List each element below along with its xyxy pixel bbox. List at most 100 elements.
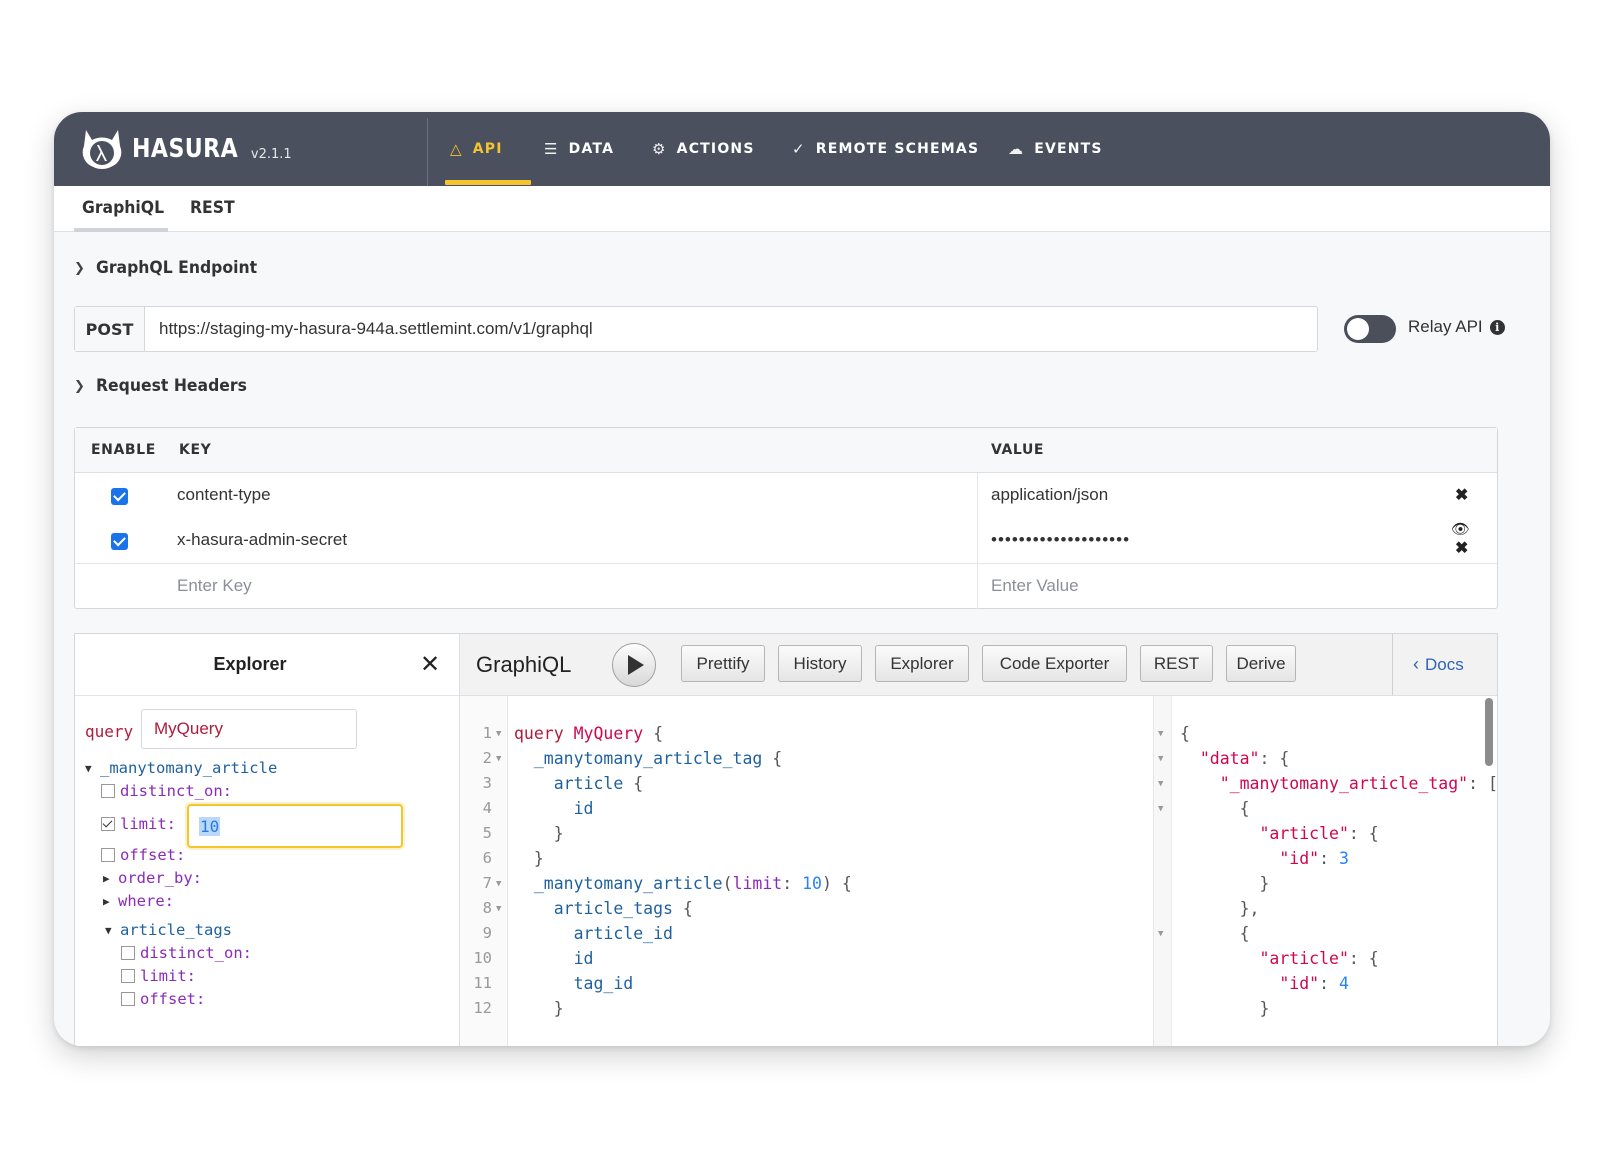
tree-arg-distinct-on[interactable]: distinct_on: (101, 782, 232, 800)
result-line: } (1180, 999, 1270, 1018)
fold-icon[interactable]: ▼ (496, 729, 501, 739)
table-row-new: Enter Key Enter Value (75, 563, 1497, 608)
tree-arg-where[interactable]: ▶ where: (103, 892, 174, 910)
brand[interactable]: HASURA v2.1.1 (80, 126, 292, 172)
result-line: "article": { (1259, 949, 1379, 968)
remove-header-icon[interactable]: ✖ (1455, 485, 1468, 505)
tree-arg-offset[interactable]: offset: (101, 846, 185, 864)
code-line: id (514, 949, 594, 968)
tree-arg-limit[interactable]: limit: (101, 815, 176, 833)
rest-button[interactable]: REST (1140, 645, 1213, 682)
derive-button[interactable]: Derive (1226, 645, 1296, 682)
json-key: "article" (1259, 824, 1349, 843)
caret-right-icon: ▶ (103, 894, 110, 908)
brand-version: v2.1.1 (250, 146, 292, 162)
line-number: 3 (482, 774, 492, 792)
database-icon: ☰ (544, 140, 559, 158)
json-key: "id" (1279, 974, 1320, 993)
result-scrollbar[interactable] (1485, 698, 1493, 766)
new-header-value-input[interactable]: Enter Value (991, 576, 1079, 596)
nav-remote-schemas-label: REMOTE SCHEMAS (815, 141, 980, 157)
new-header-key-input[interactable]: Enter Key (177, 576, 252, 596)
tab-rest[interactable]: REST (190, 198, 235, 218)
json-key: "article" (1259, 949, 1349, 968)
arg-label: distinct_on: (120, 782, 232, 800)
nav-api[interactable]: △ API (450, 112, 503, 186)
checkbox[interactable] (101, 784, 115, 798)
tree-arg-offset[interactable]: offset: (121, 990, 205, 1008)
execute-query-button[interactable] (612, 643, 656, 687)
line-number: 8 (482, 899, 492, 917)
nav-active-indicator (445, 180, 531, 185)
fold-icon[interactable]: ▼ (496, 879, 501, 889)
fold-icon[interactable]: ▼ (496, 904, 501, 914)
graphiql-panel: Explorer ✕ query MyQuery ▼ _manytomany_a… (74, 633, 1498, 1046)
tree-node-label: article_tags (120, 921, 232, 939)
header-enable-checkbox[interactable] (111, 533, 128, 550)
json-number: 3 (1338, 849, 1349, 868)
code-field: article (553, 774, 624, 793)
result-gutter: ▼ ▼ ▼ ▼ ▼ (1154, 696, 1172, 1046)
explorer-button[interactable]: Explorer (875, 645, 969, 682)
endpoint-section-toggle[interactable]: ❯ GraphQL Endpoint (74, 258, 271, 278)
code-field: tag_id (573, 974, 634, 993)
history-button[interactable]: History (778, 645, 862, 682)
brand-name: HASURA (132, 134, 239, 164)
top-navbar: HASURA v2.1.1 △ API ☰ DATA ⚙ ACTIONS ✓ R… (54, 112, 1550, 186)
fold-icon[interactable]: ▼ (1158, 804, 1163, 814)
tree-arg-distinct-on[interactable]: distinct_on: (121, 944, 252, 962)
checkbox[interactable] (121, 946, 135, 960)
code-exporter-button[interactable]: Code Exporter (982, 645, 1127, 682)
prettify-button[interactable]: Prettify (681, 645, 765, 682)
query-editor[interactable]: 1 2 3 4 5 6 7 8 9 10 11 12 ▼ ▼ ▼ ▼ query… (460, 696, 1153, 1046)
limit-value-input[interactable]: 10 (187, 804, 403, 848)
checkbox[interactable] (121, 969, 135, 983)
endpoint-url-input[interactable]: https://staging-my-hasura-944a.settlemin… (145, 307, 1317, 351)
docs-button[interactable]: ‹ Docs (1392, 634, 1497, 696)
fold-icon[interactable]: ▼ (1158, 929, 1163, 939)
chevron-down-icon: ❯ (74, 378, 85, 394)
tree-arg-limit[interactable]: limit: (121, 967, 196, 985)
fold-icon[interactable]: ▼ (1158, 779, 1163, 789)
json-key: "_manytomany_article_tag" (1219, 774, 1469, 793)
result-viewer[interactable]: ▼ ▼ ▼ ▼ ▼ { "data": { "_manytomany_artic… (1153, 696, 1497, 1046)
caret-down-icon: ▼ (85, 761, 92, 775)
line-number: 9 (482, 924, 492, 942)
fold-icon[interactable]: ▼ (1158, 729, 1163, 739)
close-icon[interactable]: ✕ (420, 650, 440, 678)
eye-icon[interactable]: 👁 (1451, 520, 1470, 538)
query-name-input[interactable]: MyQuery (141, 709, 357, 749)
fold-icon[interactable]: ▼ (496, 754, 501, 764)
nav-remote-schemas[interactable]: ✓ REMOTE SCHEMAS (792, 112, 979, 186)
remove-header-icon[interactable]: ✖ (1455, 538, 1468, 558)
headers-section-toggle[interactable]: ❯ Request Headers (74, 376, 260, 396)
header-value[interactable]: •••••••••••••••••••• (991, 530, 1130, 550)
code-line: _manytomany_article_tag { (533, 749, 783, 768)
result-line: "article": { (1259, 824, 1379, 843)
relay-api-toggle[interactable] (1344, 315, 1396, 343)
tab-graphiql[interactable]: GraphiQL (82, 198, 164, 218)
code-field: id (573, 949, 594, 968)
fold-icon[interactable]: ▼ (1158, 754, 1163, 764)
nav-data[interactable]: ☰ DATA (544, 112, 614, 186)
checkbox[interactable] (101, 817, 115, 831)
header-key[interactable]: content-type (177, 485, 271, 505)
info-icon[interactable]: i (1489, 319, 1505, 335)
tree-node-manytomany-article[interactable]: ▼ _manytomany_article (85, 759, 277, 777)
col-key: KEY (179, 442, 212, 458)
tree-node-article-tags[interactable]: ▼ article_tags (105, 921, 232, 939)
header-enable-checkbox[interactable] (111, 488, 128, 505)
col-enable: ENABLE (91, 442, 156, 458)
header-key[interactable]: x-hasura-admin-secret (177, 530, 347, 550)
header-value[interactable]: application/json (991, 485, 1108, 505)
nav-events[interactable]: ☁ EVENTS (1008, 112, 1103, 186)
limit-value: 10 (199, 816, 221, 836)
nav-actions[interactable]: ⚙ ACTIONS (652, 112, 755, 186)
checkbox[interactable] (101, 848, 115, 862)
explorer-header: Explorer ✕ (75, 634, 459, 696)
docs-label: Docs (1425, 654, 1464, 674)
tree-arg-order-by[interactable]: ▶ order_by: (103, 869, 202, 887)
chevron-left-icon: ‹ (1413, 654, 1419, 674)
result-line: "id": 3 (1279, 849, 1349, 868)
checkbox[interactable] (121, 992, 135, 1006)
